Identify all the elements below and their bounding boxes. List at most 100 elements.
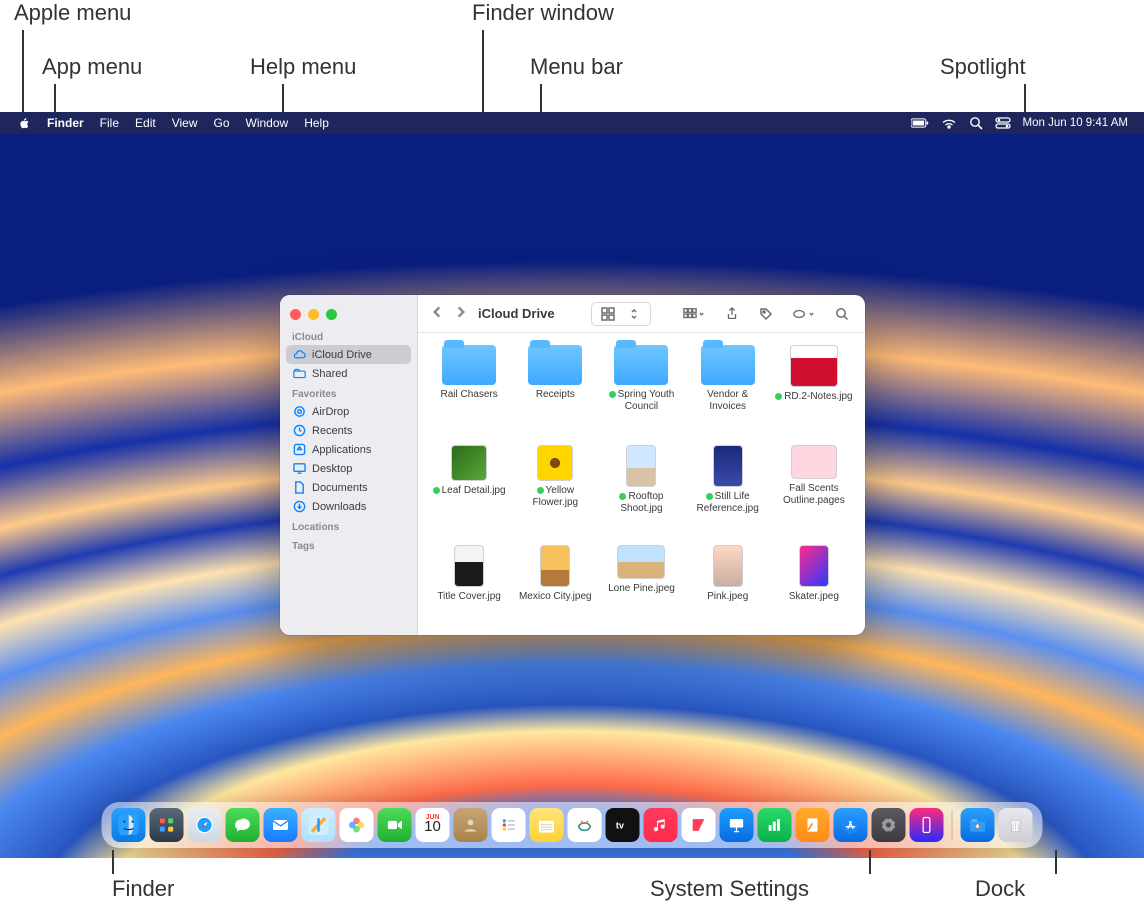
menu-edit[interactable]: Edit xyxy=(127,116,164,130)
dock: JUN 10 tv xyxy=(102,802,1043,848)
file-rooftop-shoot[interactable]: Rooftop Shoot.jpg xyxy=(600,445,682,541)
sidebar-item-label: Applications xyxy=(312,444,371,456)
wifi-icon[interactable] xyxy=(935,117,963,129)
callout-dock: Dock xyxy=(975,876,1025,902)
sidebar-item-airdrop[interactable]: AirDrop xyxy=(280,402,417,421)
finder-main: iCloud Drive Rail Chasers Receipts xyxy=(418,295,865,635)
file-still-life[interactable]: Still Life Reference.jpg xyxy=(687,445,769,541)
dock-item-contacts[interactable] xyxy=(454,808,488,842)
clock[interactable]: Mon Jun 10 9:41 AM xyxy=(1017,117,1134,129)
green-tag-dot xyxy=(433,487,440,494)
battery-icon[interactable] xyxy=(905,118,935,128)
action-button[interactable] xyxy=(789,305,819,323)
finder-content: Rail Chasers Receipts Spring Youth Counc… xyxy=(418,333,865,635)
dock-separator xyxy=(952,810,953,840)
file-lone-pine[interactable]: Lone Pine.jpeg xyxy=(600,545,682,635)
sidebar-item-label: Documents xyxy=(312,482,368,494)
callout-system-settings: System Settings xyxy=(650,876,809,902)
menu-go[interactable]: Go xyxy=(206,116,238,130)
file-mexico-city[interactable]: Mexico City.jpeg xyxy=(514,545,596,635)
dock-item-finder[interactable] xyxy=(112,808,146,842)
window-close-button[interactable] xyxy=(290,309,301,320)
file-fall-scents[interactable]: Fall Scents Outline.pages xyxy=(773,445,855,541)
menu-view[interactable]: View xyxy=(164,116,206,130)
dock-item-messages[interactable] xyxy=(226,808,260,842)
group-by-button[interactable] xyxy=(679,305,709,323)
tags-button[interactable] xyxy=(755,305,777,323)
downloads-icon xyxy=(292,500,306,513)
file-title-cover[interactable]: Title Cover.jpg xyxy=(428,545,510,635)
menu-file[interactable]: File xyxy=(92,116,127,130)
file-skater[interactable]: Skater.jpeg xyxy=(773,545,855,635)
dock-item-calendar[interactable]: JUN 10 xyxy=(416,808,450,842)
sidebar-item-label: AirDrop xyxy=(312,406,349,418)
file-yellow-flower[interactable]: Yellow Flower.jpg xyxy=(514,445,596,541)
sidebar-item-downloads[interactable]: Downloads xyxy=(280,497,417,516)
sidebar-item-label: iCloud Drive xyxy=(312,349,372,361)
folder-rail-chasers[interactable]: Rail Chasers xyxy=(428,345,510,441)
window-title: iCloud Drive xyxy=(478,306,555,321)
green-tag-dot xyxy=(609,391,616,398)
sidebar-item-icloud-drive[interactable]: iCloud Drive xyxy=(286,345,411,364)
file-rd2-notes[interactable]: RD.2-Notes.jpg xyxy=(773,345,855,441)
nav-forward-button[interactable] xyxy=(454,305,468,322)
dock-item-photos[interactable] xyxy=(340,808,374,842)
dock-item-notes[interactable] xyxy=(530,808,564,842)
dock-item-safari[interactable] xyxy=(188,808,222,842)
document-icon xyxy=(292,481,306,494)
menu-help[interactable]: Help xyxy=(296,116,337,130)
shared-folder-icon xyxy=(292,367,306,380)
calendar-day-label: 10 xyxy=(424,818,441,835)
dock-item-pages[interactable] xyxy=(796,808,830,842)
sidebar-section-favorites: Favorites xyxy=(280,383,417,402)
file-leaf-detail[interactable]: Leaf Detail.jpg xyxy=(428,445,510,541)
desktop-icon xyxy=(292,462,306,475)
cloud-icon xyxy=(292,348,306,361)
dock-item-system-settings[interactable] xyxy=(872,808,906,842)
dock-item-trash[interactable] xyxy=(999,808,1033,842)
dock-item-facetime[interactable] xyxy=(378,808,412,842)
dock-item-reminders[interactable] xyxy=(492,808,526,842)
callout-apple-menu: Apple menu xyxy=(14,0,131,26)
folder-vendor-invoices[interactable]: Vendor & Invoices xyxy=(687,345,769,441)
dock-item-tv[interactable]: tv xyxy=(606,808,640,842)
nav-back-button[interactable] xyxy=(430,305,444,322)
control-center-icon[interactable] xyxy=(989,117,1017,129)
dock-item-downloads[interactable] xyxy=(961,808,995,842)
folder-receipts[interactable]: Receipts xyxy=(514,345,596,441)
dock-item-news[interactable] xyxy=(682,808,716,842)
sidebar-item-applications[interactable]: Applications xyxy=(280,440,417,459)
finder-sidebar: iCloud iCloud Drive Shared Favorites Air… xyxy=(280,295,418,635)
sidebar-item-shared[interactable]: Shared xyxy=(280,364,417,383)
dock-item-music[interactable] xyxy=(644,808,678,842)
search-button[interactable] xyxy=(831,305,853,323)
icon-view-icon xyxy=(597,305,619,323)
file-pink[interactable]: Pink.jpeg xyxy=(687,545,769,635)
sidebar-section-locations: Locations xyxy=(280,516,417,535)
window-zoom-button[interactable] xyxy=(326,309,337,320)
dock-item-maps[interactable] xyxy=(302,808,336,842)
menu-window[interactable]: Window xyxy=(238,116,297,130)
window-minimize-button[interactable] xyxy=(308,309,319,320)
dock-item-freeform[interactable] xyxy=(568,808,602,842)
dock-item-appstore[interactable] xyxy=(834,808,868,842)
share-button[interactable] xyxy=(721,305,743,323)
desktop: Finder File Edit View Go Window Help Mon… xyxy=(0,112,1144,858)
dock-item-iphone-mirroring[interactable] xyxy=(910,808,944,842)
view-switcher[interactable] xyxy=(591,302,651,326)
dock-item-mail[interactable] xyxy=(264,808,298,842)
spotlight-icon[interactable] xyxy=(963,116,989,130)
dock-item-launchpad[interactable] xyxy=(150,808,184,842)
sidebar-item-documents[interactable]: Documents xyxy=(280,478,417,497)
callout-help-menu: Help menu xyxy=(250,54,356,80)
sidebar-item-desktop[interactable]: Desktop xyxy=(280,459,417,478)
dock-item-numbers[interactable] xyxy=(758,808,792,842)
sidebar-section-icloud: iCloud xyxy=(280,326,417,345)
menu-bar: Finder File Edit View Go Window Help Mon… xyxy=(0,112,1144,134)
apple-menu[interactable] xyxy=(10,117,39,130)
sidebar-item-recents[interactable]: Recents xyxy=(280,421,417,440)
app-menu[interactable]: Finder xyxy=(39,116,92,130)
dock-item-keynote[interactable] xyxy=(720,808,754,842)
folder-spring-youth-council[interactable]: Spring Youth Council xyxy=(600,345,682,441)
green-tag-dot xyxy=(537,487,544,494)
